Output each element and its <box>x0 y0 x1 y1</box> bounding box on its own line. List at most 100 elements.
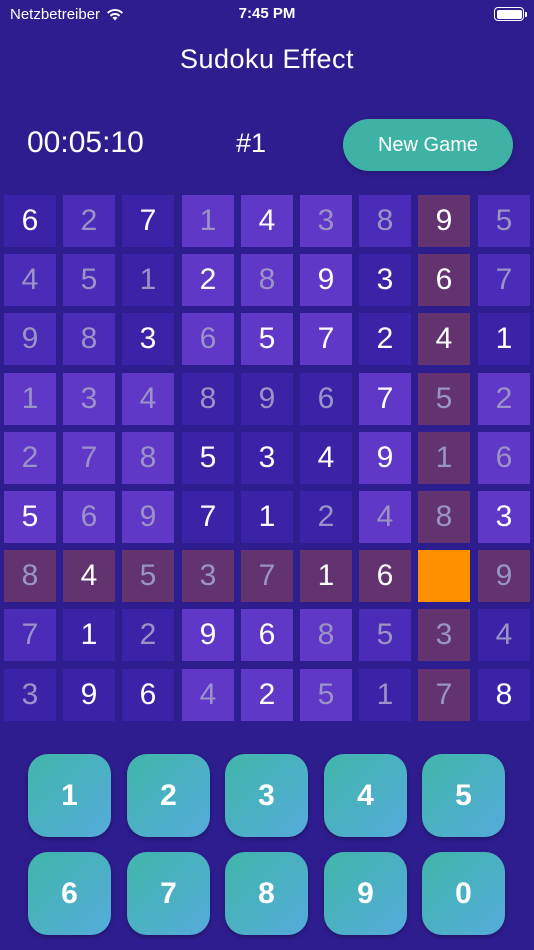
sudoku-cell[interactable]: 1 <box>418 432 470 484</box>
sudoku-cell[interactable]: 4 <box>300 432 352 484</box>
sudoku-cell[interactable]: 8 <box>63 313 115 365</box>
sudoku-cell[interactable]: 2 <box>478 373 530 425</box>
sudoku-cell[interactable]: 9 <box>241 373 293 425</box>
sudoku-cell[interactable]: 7 <box>478 254 530 306</box>
keypad-button-8[interactable]: 8 <box>225 852 308 935</box>
sudoku-cell[interactable]: 1 <box>241 491 293 543</box>
keypad-button-4[interactable]: 4 <box>324 754 407 837</box>
sudoku-cell[interactable]: 1 <box>4 373 56 425</box>
keypad-button-6[interactable]: 6 <box>28 852 111 935</box>
sudoku-cell[interactable]: 9 <box>300 254 352 306</box>
new-game-button[interactable]: New Game <box>343 119 513 171</box>
sudoku-cell[interactable]: 5 <box>300 669 352 721</box>
wifi-icon <box>107 8 124 20</box>
sudoku-cell[interactable]: 8 <box>300 609 352 661</box>
sudoku-cell[interactable]: 4 <box>122 373 174 425</box>
sudoku-cell[interactable]: 6 <box>122 669 174 721</box>
sudoku-cell[interactable]: 4 <box>4 254 56 306</box>
sudoku-cell[interactable]: 5 <box>182 432 234 484</box>
sudoku-cell[interactable]: 5 <box>359 609 411 661</box>
keypad-button-2[interactable]: 2 <box>127 754 210 837</box>
sudoku-cell[interactable]: 6 <box>4 195 56 247</box>
sudoku-cell[interactable]: 2 <box>122 609 174 661</box>
sudoku-cell[interactable]: 7 <box>300 313 352 365</box>
sudoku-cell[interactable]: 9 <box>359 432 411 484</box>
sudoku-cell[interactable]: 3 <box>241 432 293 484</box>
sudoku-cell[interactable]: 2 <box>4 432 56 484</box>
sudoku-cell[interactable]: 4 <box>182 669 234 721</box>
sudoku-cell[interactable]: 3 <box>478 491 530 543</box>
sudoku-cell[interactable]: 9 <box>122 491 174 543</box>
sudoku-cell-selected[interactable] <box>418 550 470 602</box>
sudoku-cell[interactable]: 2 <box>359 313 411 365</box>
sudoku-cell[interactable]: 5 <box>241 313 293 365</box>
sudoku-cell[interactable]: 7 <box>418 669 470 721</box>
sudoku-cell[interactable]: 2 <box>63 195 115 247</box>
sudoku-cell[interactable]: 7 <box>4 609 56 661</box>
sudoku-cell[interactable]: 1 <box>300 550 352 602</box>
keypad-button-5[interactable]: 5 <box>422 754 505 837</box>
sudoku-cell[interactable]: 5 <box>478 195 530 247</box>
sudoku-cell[interactable]: 1 <box>478 313 530 365</box>
sudoku-cell[interactable]: 6 <box>241 609 293 661</box>
sudoku-cell[interactable]: 8 <box>478 669 530 721</box>
sudoku-cell[interactable]: 3 <box>359 254 411 306</box>
sudoku-cell[interactable]: 6 <box>63 491 115 543</box>
status-bar: Netzbetreiber <box>0 0 534 28</box>
sudoku-cell[interactable]: 2 <box>241 669 293 721</box>
sudoku-cell[interactable]: 3 <box>182 550 234 602</box>
sudoku-cell[interactable]: 7 <box>182 491 234 543</box>
keypad-button-1[interactable]: 1 <box>28 754 111 837</box>
sudoku-cell[interactable]: 5 <box>63 254 115 306</box>
sudoku-cell[interactable]: 1 <box>182 195 234 247</box>
sudoku-cell[interactable]: 3 <box>122 313 174 365</box>
sudoku-cell[interactable]: 9 <box>63 669 115 721</box>
sudoku-grid: 6271438954512893679836572411348967522785… <box>4 195 530 721</box>
sudoku-cell[interactable]: 9 <box>182 609 234 661</box>
sudoku-cell[interactable]: 7 <box>122 195 174 247</box>
sudoku-cell[interactable]: 4 <box>241 195 293 247</box>
sudoku-cell[interactable]: 4 <box>418 313 470 365</box>
sudoku-cell[interactable]: 7 <box>63 432 115 484</box>
sudoku-cell[interactable]: 1 <box>359 669 411 721</box>
sudoku-cell[interactable]: 2 <box>300 491 352 543</box>
keypad-button-7[interactable]: 7 <box>127 852 210 935</box>
sudoku-cell[interactable]: 8 <box>418 491 470 543</box>
sudoku-cell[interactable]: 3 <box>300 195 352 247</box>
sudoku-cell[interactable]: 8 <box>4 550 56 602</box>
keypad-button-9[interactable]: 9 <box>324 852 407 935</box>
sudoku-cell[interactable]: 2 <box>182 254 234 306</box>
sudoku-cell[interactable]: 4 <box>359 491 411 543</box>
sudoku-cell[interactable]: 9 <box>4 313 56 365</box>
sudoku-cell[interactable]: 6 <box>182 313 234 365</box>
sudoku-cell[interactable]: 8 <box>359 195 411 247</box>
sudoku-cell[interactable]: 4 <box>63 550 115 602</box>
sudoku-cell[interactable]: 5 <box>4 491 56 543</box>
carrier-label: Netzbetreiber <box>10 5 101 23</box>
keypad-button-3[interactable]: 3 <box>225 754 308 837</box>
sudoku-cell[interactable]: 3 <box>4 669 56 721</box>
battery-icon <box>494 7 527 21</box>
sudoku-cell[interactable]: 8 <box>241 254 293 306</box>
sudoku-cell[interactable]: 3 <box>63 373 115 425</box>
sudoku-cell[interactable]: 6 <box>418 254 470 306</box>
sudoku-cell[interactable]: 5 <box>418 373 470 425</box>
sudoku-cell[interactable]: 9 <box>478 550 530 602</box>
sudoku-cell[interactable]: 4 <box>478 609 530 661</box>
sudoku-cell[interactable]: 6 <box>478 432 530 484</box>
game-timer: 00:05:10 <box>27 126 144 159</box>
keypad-button-0[interactable]: 0 <box>422 852 505 935</box>
sudoku-cell[interactable]: 6 <box>300 373 352 425</box>
sudoku-cell[interactable]: 6 <box>359 550 411 602</box>
sudoku-cell[interactable]: 5 <box>122 550 174 602</box>
sudoku-cell[interactable]: 1 <box>122 254 174 306</box>
sudoku-cell[interactable]: 9 <box>418 195 470 247</box>
sudoku-cell[interactable]: 8 <box>122 432 174 484</box>
sudoku-cell[interactable]: 7 <box>359 373 411 425</box>
sudoku-cell[interactable]: 3 <box>418 609 470 661</box>
sudoku-cell[interactable]: 1 <box>63 609 115 661</box>
app-title: Sudoku Effect <box>179 44 355 74</box>
status-left: Netzbetreiber <box>10 6 124 23</box>
sudoku-cell[interactable]: 7 <box>241 550 293 602</box>
sudoku-cell[interactable]: 8 <box>182 373 234 425</box>
